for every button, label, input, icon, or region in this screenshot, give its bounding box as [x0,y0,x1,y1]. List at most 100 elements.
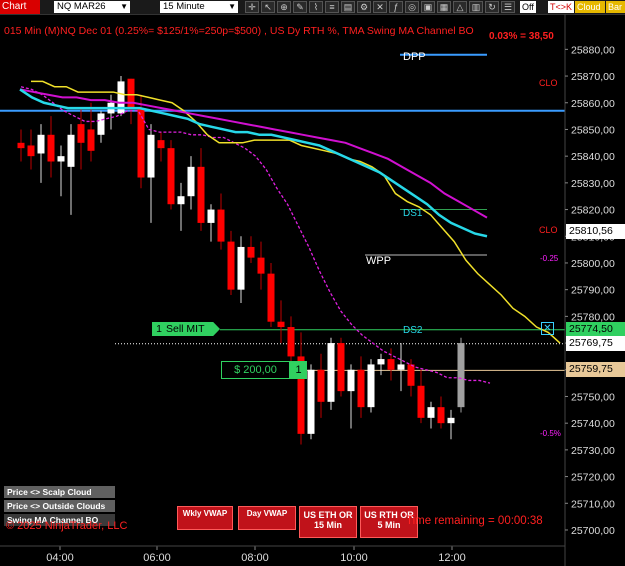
x-tick-label: 04:00 [46,552,74,564]
y-tick-label: 25840,00 [571,151,615,163]
candle-body [387,359,395,370]
chart-tab[interactable]: Chart [0,0,40,14]
pencil-icon[interactable]: ✎ [293,1,307,13]
price-chart[interactable]: 25880,00 25870,00 25860,00 25850,00 25840,00… [0,14,625,566]
wkly-vwap-label: Wkly VWAP [182,509,228,518]
us-eth-or-line2: 15 Min [313,520,342,530]
ds2-label: DS2 [403,325,423,336]
candle-body [427,407,435,418]
chevron-down-icon: ▼ [120,2,128,11]
chart-title: 015 Min (M)NQ Dec 01 (0.25%= $125/1%=250… [4,25,474,37]
candle-body [357,369,365,408]
wkly-vwap-button[interactable]: Wkly VWAP [177,506,233,530]
reload-icon[interactable]: ↻ [485,1,499,13]
y-tick-label: 25700,00 [571,525,615,537]
indicators-icon[interactable]: ƒ [389,1,403,13]
grid-icon[interactable]: ▥ [469,1,483,13]
data-box-icon[interactable]: ▦ [437,1,451,13]
chevron-down-icon: ▼ [228,2,236,11]
y-tick-label: 25720,00 [571,472,615,484]
y-tick-label: 25740,00 [571,418,615,430]
clo-label-top: CLO [539,78,558,88]
y-tick-label: 25850,00 [571,124,615,136]
cursor-icon[interactable]: ↖ [261,1,275,13]
wpp-label: WPP [366,255,392,267]
candle-body [337,343,345,392]
chart-trader-icon[interactable]: ▣ [421,1,435,13]
candle-body [277,321,285,328]
off-toggle[interactable]: Off [520,1,536,13]
zoom-icon[interactable]: ⊕ [277,1,291,13]
candle-body [77,124,85,143]
cloud-toggle[interactable]: Cloud [575,1,605,13]
brush-icon[interactable]: ⌇ [309,1,323,13]
instrument-selector[interactable]: NQ MAR26 ▼ [54,1,130,13]
candle-body [457,343,465,408]
candle-body [167,148,175,205]
candle-body [347,369,355,392]
order-quantity: 1 [156,323,162,335]
settings-icon[interactable]: ☰ [501,1,515,13]
bar-toggle[interactable]: Bar [606,1,625,13]
y-tick-label: 25880,00 [571,44,615,56]
close-icon[interactable]: ✕ [373,1,387,13]
candle-body [97,113,105,135]
x-tick-label: 06:00 [143,552,171,564]
candle-body [157,140,165,149]
interval-selector[interactable]: 15 Minute ▼ [160,1,238,13]
candle-body [27,145,35,157]
candle-body [317,369,325,402]
candle-body [247,246,255,258]
candle-body [177,196,185,205]
y-tick-label: 25800,00 [571,258,615,270]
candle-body [257,257,265,274]
percent-label: 0.03% = 38,50 [489,31,554,42]
drawing-icon[interactable]: △ [453,1,467,13]
menu-outside-clouds[interactable]: Price <> Outside Clouds [4,500,115,512]
us-eth-or-line1: US ETH OR [303,510,353,520]
candle-body [207,209,215,223]
us-eth-or-button[interactable]: US ETH OR 15 Min [299,506,357,538]
day-vwap-button[interactable]: Day VWAP [238,506,296,530]
tk-toggle[interactable]: T<>K [548,1,574,13]
list-icon[interactable]: ≡ [325,1,339,13]
y-tick-label: 25730,00 [571,445,615,457]
candle-body [417,385,425,418]
candle-body [237,246,245,290]
x-tick-label: 12:00 [438,552,466,564]
strategy-icon[interactable]: ◎ [405,1,419,13]
chart-toolbar: Chart NQ MAR26 ▼ 15 Minute ▼ ✛ ↖ ⊕ ✎ ⌇ ≡ ▤… [0,0,625,15]
minus05-label: -0.5% [540,429,561,438]
cancel-order-icon[interactable]: ✕ [541,322,554,335]
sell-mit-order[interactable]: 1 Sell MIT [152,322,220,336]
x-tick-label: 08:00 [241,552,269,564]
candle-body [197,166,205,223]
candle-body [397,364,405,370]
yellow-ma-line [31,80,561,344]
menu-scalp-cloud[interactable]: Price <> Scalp Cloud [4,486,115,498]
y-tick-label: 25820,00 [571,205,615,217]
candle-body [137,108,145,178]
candle-body [67,134,75,167]
candle-body [57,156,65,162]
last-price-badge: 25769,75 [566,336,625,351]
y-tick-label: 25750,00 [571,391,615,403]
candle-body [217,209,225,242]
candle-body [437,407,445,424]
time-remaining: Time remaining = 00:00:38 [406,515,543,527]
ma-price-badge: 25810,56 [566,224,625,239]
candle-body [307,369,315,434]
y-tick-label: 25860,00 [571,98,615,110]
properties-icon[interactable]: ⚙ [357,1,371,13]
ds1-label: DS1 [403,208,423,219]
position-quantity[interactable]: 1 [290,361,307,379]
y-tick-label: 25710,00 [571,498,615,510]
y-tick-label: 25830,00 [571,178,615,190]
clo-label-mid: CLO [539,225,558,235]
candle-body [87,129,95,151]
order-type-label: Sell MIT [166,323,205,335]
template-icon[interactable]: ▤ [341,1,355,13]
crosshair-icon[interactable]: ✛ [245,1,259,13]
candle-body [187,166,195,197]
candle-body [377,359,385,365]
